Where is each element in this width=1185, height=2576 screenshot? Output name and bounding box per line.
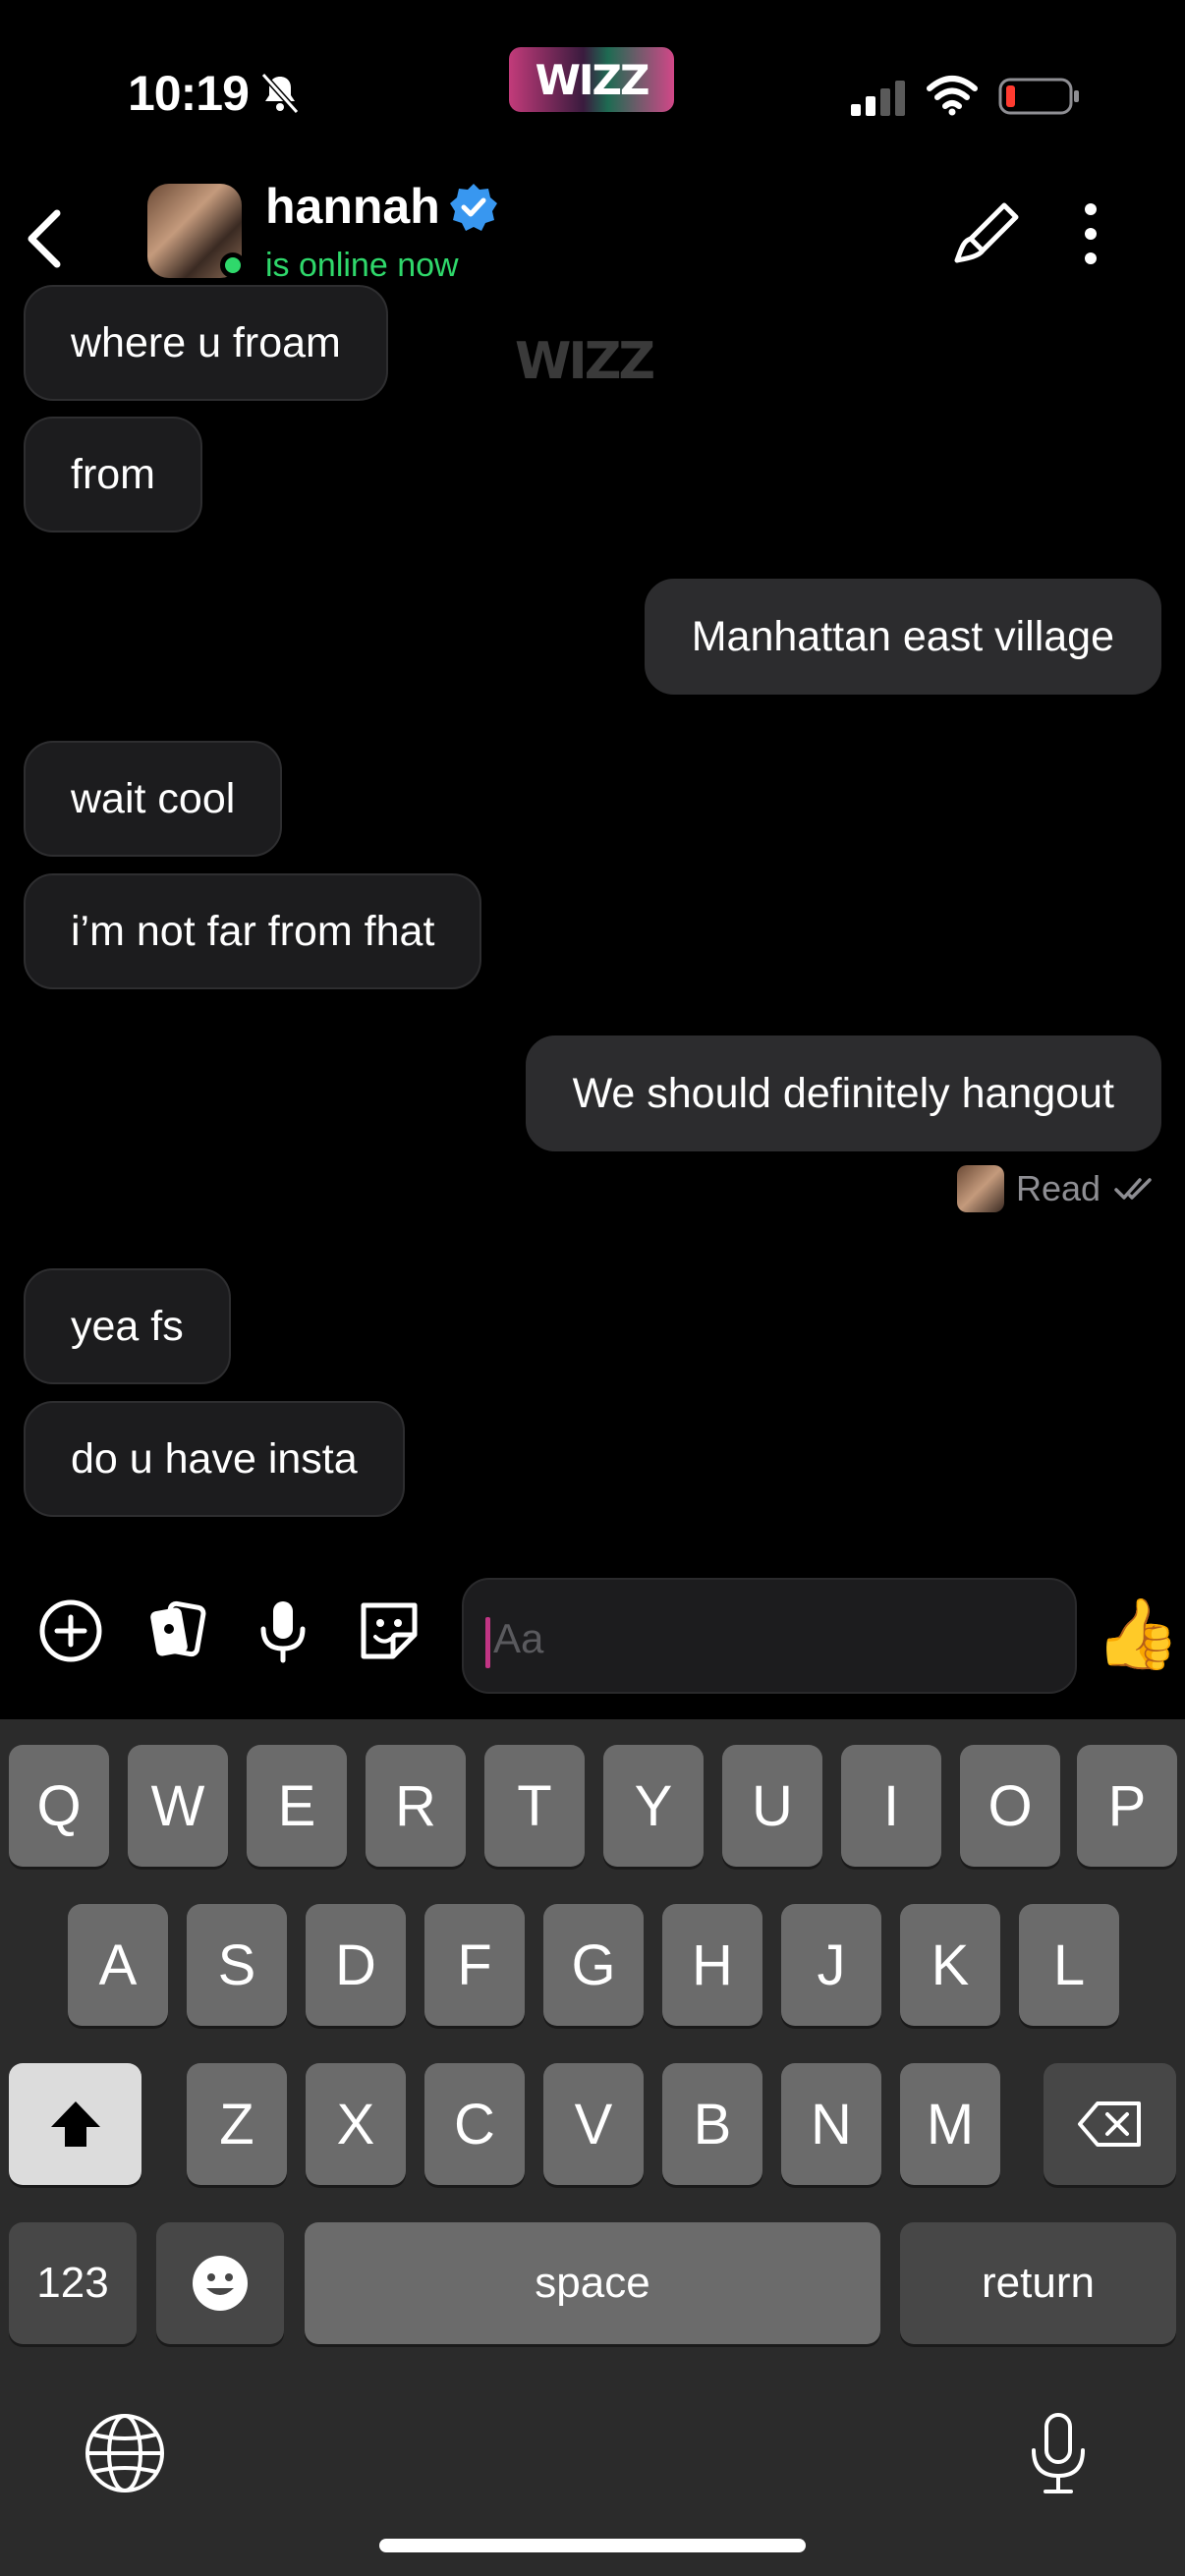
message-bubble-incoming[interactable]: from — [24, 417, 202, 532]
dictation-microphone-icon[interactable] — [1014, 2409, 1102, 2497]
key-r[interactable]: R — [366, 1745, 466, 1867]
key-k[interactable]: K — [900, 1904, 1000, 2026]
read-receipt: Read — [957, 1163, 1157, 1214]
key-b[interactable]: B — [662, 2063, 762, 2185]
brush-icon[interactable] — [953, 199, 1022, 268]
key-p[interactable]: P — [1077, 1745, 1177, 1867]
more-vertical-icon[interactable] — [1071, 199, 1110, 268]
add-circle-icon[interactable] — [35, 1596, 106, 1666]
message-bubble-incoming[interactable]: where u froam — [24, 285, 388, 401]
emoji-icon — [193, 2256, 248, 2311]
key-j[interactable]: J — [781, 1904, 881, 2026]
verified-badge-icon — [450, 184, 497, 231]
microphone-icon[interactable] — [248, 1596, 318, 1666]
sticker-icon[interactable] — [354, 1596, 424, 1666]
message-text: We should definitely hangout — [572, 1069, 1114, 1117]
read-avatar — [957, 1165, 1004, 1212]
read-label: Read — [1016, 1168, 1101, 1208]
emoji-key[interactable] — [156, 2222, 284, 2344]
message-input[interactable]: Aa — [462, 1578, 1077, 1694]
key-c[interactable]: C — [424, 2063, 525, 2185]
key-t[interactable]: T — [484, 1745, 585, 1867]
wizz-logo: WIZZ — [509, 47, 674, 112]
message-text: Manhattan east village — [691, 612, 1114, 660]
key-n[interactable]: N — [781, 2063, 881, 2185]
delete-key[interactable] — [1044, 2063, 1176, 2185]
wizz-watermark: WIZZ — [515, 332, 655, 391]
backspace-icon — [1077, 2101, 1141, 2147]
keyboard: Q W E R T Y U I O P A S D F G H J K L Z … — [0, 1719, 1185, 2576]
online-indicator — [220, 252, 246, 278]
wizz-logo-text: WIZZ — [535, 55, 650, 104]
key-e[interactable]: E — [247, 1745, 347, 1867]
key-q[interactable]: Q — [9, 1745, 109, 1867]
message-input-placeholder: Aa — [493, 1615, 544, 1661]
shift-icon — [50, 2101, 100, 2147]
key-y[interactable]: Y — [603, 1745, 704, 1867]
return-key[interactable]: return — [900, 2222, 1176, 2344]
message-text: yea fs — [71, 1302, 184, 1350]
message-text: do u have insta — [71, 1434, 358, 1483]
message-bubble-outgoing[interactable]: We should definitely hangout — [525, 1036, 1161, 1151]
wifi-icon — [927, 76, 978, 116]
key-z[interactable]: Z — [187, 2063, 287, 2185]
numbers-key[interactable]: 123 — [9, 2222, 137, 2344]
home-indicator[interactable] — [379, 2539, 806, 2552]
message-bubble-incoming[interactable]: wait cool — [24, 741, 283, 857]
key-o[interactable]: O — [960, 1745, 1060, 1867]
status-bar: 10:19 WIZZ — [0, 0, 1185, 187]
message-text: i’m not far from fhat — [71, 907, 435, 955]
key-i[interactable]: I — [841, 1745, 941, 1867]
presence-status: is online now — [265, 247, 459, 284]
key-g[interactable]: G — [543, 1904, 644, 2026]
message-bubble-outgoing[interactable]: Manhattan east village — [644, 579, 1161, 695]
key-m[interactable]: M — [900, 2063, 1000, 2185]
message-composer: Aa 👍 — [0, 1562, 1185, 1709]
cards-icon[interactable] — [141, 1596, 212, 1666]
message-text: wait cool — [71, 774, 236, 822]
contact-name[interactable]: hannah — [265, 178, 440, 235]
message-bubble-incoming[interactable]: i’m not far from fhat — [24, 873, 482, 989]
key-v[interactable]: V — [543, 2063, 644, 2185]
globe-icon[interactable] — [81, 2409, 169, 2497]
message-bubble-incoming[interactable]: yea fs — [24, 1268, 231, 1384]
double-check-icon — [1114, 1178, 1152, 1200]
shift-key[interactable] — [9, 2063, 141, 2185]
key-u[interactable]: U — [722, 1745, 822, 1867]
key-s[interactable]: S — [187, 1904, 287, 2026]
key-l[interactable]: L — [1019, 1904, 1119, 2026]
message-bubble-incoming[interactable]: do u have insta — [24, 1401, 405, 1517]
text-cursor — [485, 1617, 490, 1668]
key-w[interactable]: W — [128, 1745, 228, 1867]
key-x[interactable]: X — [306, 2063, 406, 2185]
status-time: 10:19 — [128, 66, 250, 121]
bell-slash-icon — [260, 72, 300, 115]
message-text: where u froam — [71, 318, 341, 366]
signal-icon — [851, 81, 905, 116]
key-f[interactable]: F — [424, 1904, 525, 2026]
battery-low-icon — [998, 78, 1079, 115]
key-a[interactable]: A — [68, 1904, 168, 2026]
key-d[interactable]: D — [306, 1904, 406, 2026]
space-key[interactable]: space — [305, 2222, 880, 2344]
thumbs-up-icon[interactable]: 👍 — [1095, 1599, 1180, 1668]
chevron-left-icon[interactable] — [20, 199, 69, 278]
message-text: from — [71, 450, 155, 498]
key-h[interactable]: H — [662, 1904, 762, 2026]
